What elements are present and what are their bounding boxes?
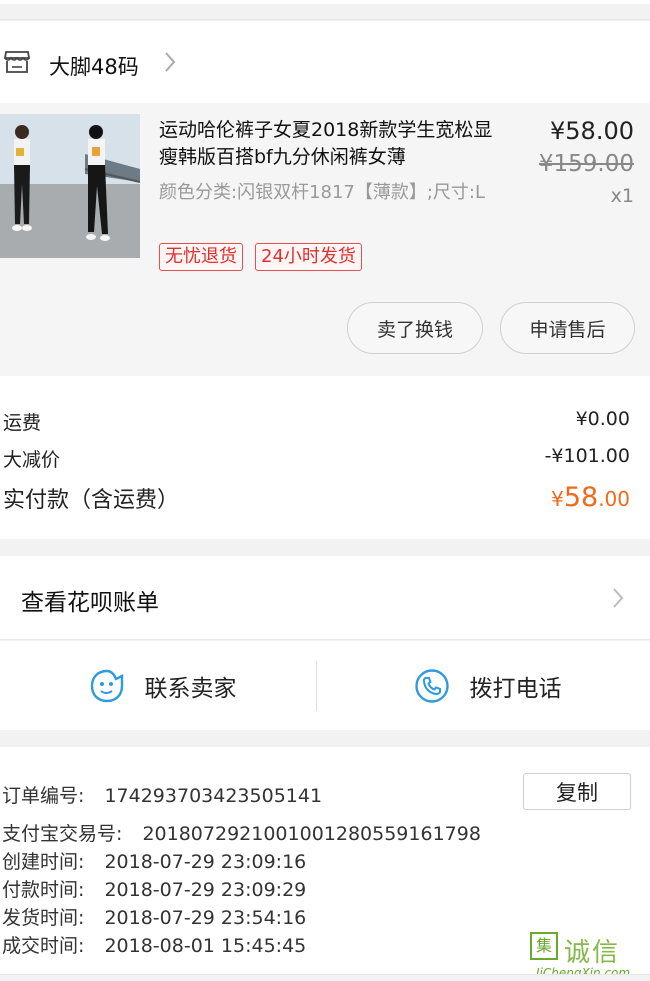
product-card[interactable]: 运动哈伦裤子女夏2018新款学生宽松显瘦韩版百搭bf九分休闲裤女薄 ¥58.00… xyxy=(0,103,650,376)
chevron-right-icon xyxy=(165,52,176,72)
paid-currency: ¥ xyxy=(551,487,564,511)
after-sale-button[interactable]: 申请售后 xyxy=(500,302,635,354)
copy-button[interactable]: 复制 xyxy=(523,773,631,810)
shop-header[interactable]: 大脚48码 xyxy=(0,21,650,103)
completed-value: 2018-08-01 15:45:45 xyxy=(104,935,307,957)
chevron-right-icon xyxy=(613,588,624,608)
product-tags: 无忧退货 24小时发货 xyxy=(159,243,362,271)
paid-dec: .00 xyxy=(598,487,630,511)
order-number-value[interactable]: 174293703423505141 xyxy=(104,785,322,807)
store-icon xyxy=(4,51,30,73)
contact-seller-label: 联系卖家 xyxy=(144,675,237,702)
alipay-value[interactable]: 2018072921001001280559161798 xyxy=(142,823,480,845)
tag-24h-shipping: 24小时发货 xyxy=(255,243,362,271)
sell-button[interactable]: 卖了换钱 xyxy=(347,302,483,354)
phone-icon xyxy=(414,668,449,703)
shipped-row: 发货时间: 2018-07-29 23:54:16 xyxy=(2,903,306,930)
call-button[interactable]: 拨打电话 xyxy=(325,641,650,730)
completed-label: 成交时间: xyxy=(2,935,85,957)
tag-no-worry-return: 无忧退货 xyxy=(159,243,243,271)
product-price: ¥58.00 xyxy=(550,117,634,145)
paid-int: 58 xyxy=(563,482,599,513)
top-strip xyxy=(0,0,650,20)
alipay-label: 支付宝交易号: xyxy=(2,823,123,845)
call-label: 拨打电话 xyxy=(469,675,562,702)
created-value: 2018-07-29 23:09:16 xyxy=(104,851,307,873)
paid-label: 实付款（含运费） xyxy=(3,488,180,513)
paid-time-value: 2018-07-29 23:09:29 xyxy=(104,879,307,901)
bottom-strip xyxy=(0,974,650,981)
product-title[interactable]: 运动哈伦裤子女夏2018新款学生宽松显瘦韩版百搭bf九分休闲裤女薄 xyxy=(159,117,511,171)
created-label: 创建时间: xyxy=(2,851,85,873)
product-quantity: x1 xyxy=(610,185,634,207)
watermark-text: 诚信 xyxy=(564,938,621,968)
huabei-bill-row[interactable]: 查看花呗账单 xyxy=(0,556,650,640)
shipping-label: 运费 xyxy=(3,412,42,434)
contact-divider xyxy=(316,661,317,711)
discount-label: 大减价 xyxy=(3,449,61,471)
order-number-row: 订单编号: 174293703423505141 xyxy=(2,781,322,808)
product-image[interactable] xyxy=(0,114,140,258)
paid-time-row: 付款时间: 2018-07-29 23:09:29 xyxy=(2,875,306,902)
shop-name: 大脚48码 xyxy=(49,55,139,79)
shipped-label: 发货时间: xyxy=(2,907,85,929)
chat-face-icon xyxy=(90,669,123,702)
shipping-value: ¥0.00 xyxy=(575,408,630,430)
discount-value: -¥101.00 xyxy=(544,445,630,467)
cost-summary: 运费 ¥0.00 大减价 -¥101.00 实付款（含运费） ¥58.00 xyxy=(0,376,650,539)
order-number-label: 订单编号: xyxy=(2,785,85,807)
contact-bar: 联系卖家 拨打电话 xyxy=(0,641,650,730)
paid-time-label: 付款时间: xyxy=(2,879,85,901)
completed-row: 成交时间: 2018-08-01 15:45:45 xyxy=(2,931,306,958)
huabei-label: 查看花呗账单 xyxy=(21,590,159,616)
shipped-value: 2018-07-29 23:54:16 xyxy=(104,907,307,929)
product-original-price: ¥159.00 xyxy=(538,151,634,177)
alipay-row: 支付宝交易号: 2018072921001001280559161798 xyxy=(2,819,481,846)
paid-value: ¥58.00 xyxy=(551,482,630,513)
product-spec: 颜色分类:闪银双杆1817【薄款】;尺寸:L xyxy=(159,182,486,203)
watermark-logo: 集 xyxy=(530,932,558,960)
contact-seller-button[interactable]: 联系卖家 xyxy=(0,641,325,730)
created-row: 创建时间: 2018-07-29 23:09:16 xyxy=(2,847,306,874)
